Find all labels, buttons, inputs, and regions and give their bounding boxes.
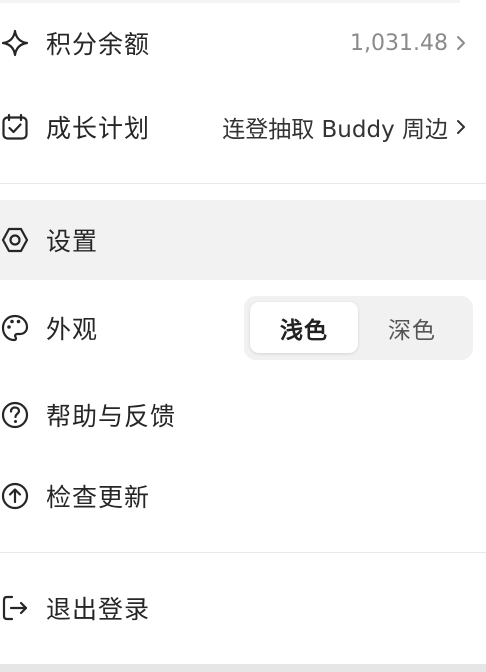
growth-plan-promo: 连登抽取 Buddy 周边 bbox=[222, 117, 448, 143]
logout-label: 退出登录 bbox=[46, 595, 151, 624]
arrow-up-circle-icon bbox=[0, 481, 30, 511]
calendar-check-icon bbox=[0, 112, 30, 142]
settings-label: 设置 bbox=[46, 227, 99, 256]
section-divider bbox=[0, 552, 486, 553]
help-label: 帮助与反馈 bbox=[46, 402, 177, 431]
menu-item-appearance: 外观 浅色 深色 bbox=[0, 296, 486, 360]
top-edge-shade bbox=[0, 0, 460, 3]
theme-option-light[interactable]: 浅色 bbox=[250, 302, 358, 353]
menu-item-help[interactable]: 帮助与反馈 bbox=[0, 386, 486, 444]
menu-item-growth-plan[interactable]: 成长计划 连登抽取 Buddy 周边 bbox=[0, 98, 486, 156]
palette-icon bbox=[0, 313, 30, 343]
growth-plan-value: 连登抽取 Buddy 周边 bbox=[222, 110, 466, 144]
menu-item-points[interactable]: 积分余额 1,031.48 bbox=[0, 14, 486, 72]
sparkle-icon bbox=[0, 28, 30, 58]
menu-item-check-updates[interactable]: 检查更新 bbox=[0, 467, 486, 525]
question-circle-icon bbox=[0, 400, 30, 430]
points-label: 积分余额 bbox=[46, 30, 151, 59]
menu-item-logout[interactable]: 退出登录 bbox=[0, 579, 486, 637]
points-value: 1,031.48 bbox=[350, 31, 466, 56]
logout-icon bbox=[0, 593, 30, 623]
account-menu: 积分余额 1,031.48 成长计划 连登抽取 Buddy 周边 设置 外观 浅… bbox=[0, 0, 486, 672]
check-updates-label: 检查更新 bbox=[46, 483, 151, 512]
section-divider bbox=[0, 183, 486, 184]
chevron-right-icon bbox=[457, 120, 465, 134]
gear-icon bbox=[0, 225, 30, 255]
chevron-right-icon bbox=[457, 36, 465, 50]
points-amount: 1,031.48 bbox=[350, 30, 448, 56]
theme-option-dark[interactable]: 深色 bbox=[358, 302, 466, 353]
bottom-edge-band bbox=[0, 664, 486, 672]
appearance-label: 外观 bbox=[46, 315, 99, 344]
theme-toggle: 浅色 深色 bbox=[244, 296, 473, 360]
growth-plan-label: 成长计划 bbox=[46, 114, 151, 143]
menu-item-settings[interactable]: 设置 bbox=[0, 200, 486, 280]
